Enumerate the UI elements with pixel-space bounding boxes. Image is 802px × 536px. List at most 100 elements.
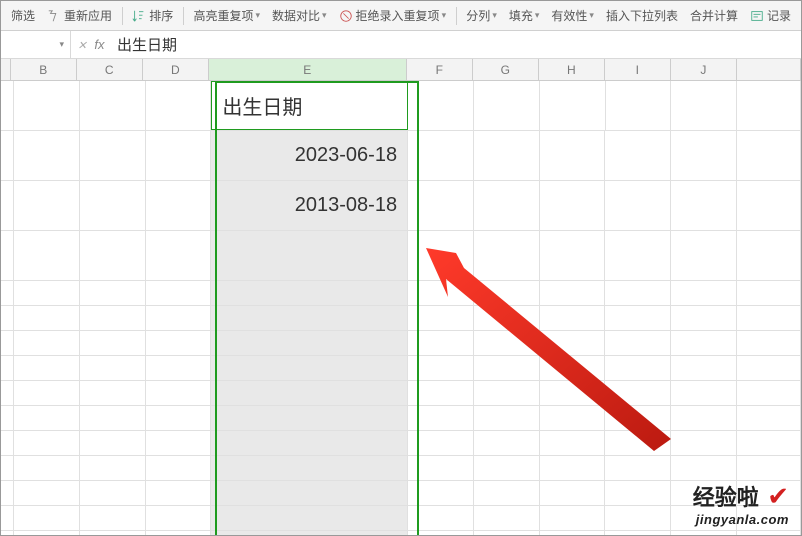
cell[interactable] <box>474 281 540 305</box>
cell[interactable] <box>671 81 737 130</box>
cell[interactable] <box>211 431 407 455</box>
cell[interactable] <box>80 131 146 180</box>
cell[interactable] <box>1 431 14 455</box>
cell[interactable] <box>408 481 474 505</box>
cell[interactable] <box>605 531 671 536</box>
cell[interactable] <box>737 456 801 480</box>
cell[interactable] <box>14 456 80 480</box>
cell[interactable] <box>1 281 14 305</box>
consolidate-button[interactable]: 合并计算 <box>684 1 744 30</box>
cell[interactable] <box>605 481 671 505</box>
cell[interactable] <box>1 131 14 180</box>
cell[interactable] <box>211 456 407 480</box>
cell[interactable] <box>408 81 474 130</box>
cell[interactable] <box>605 431 671 455</box>
cell[interactable] <box>474 181 540 230</box>
cell[interactable] <box>408 531 474 536</box>
cell[interactable] <box>474 506 540 530</box>
filter-button[interactable]: 筛选 <box>5 1 41 30</box>
cell[interactable] <box>1 306 14 330</box>
insert-dropdown-button[interactable]: 插入下拉列表 <box>600 1 684 30</box>
cell[interactable] <box>605 306 671 330</box>
cell[interactable] <box>14 281 80 305</box>
cell[interactable] <box>474 356 540 380</box>
cell[interactable] <box>671 331 737 355</box>
cell[interactable] <box>80 456 146 480</box>
name-box[interactable]: ▾ <box>1 31 71 58</box>
cell[interactable] <box>211 381 407 405</box>
cell[interactable] <box>540 456 606 480</box>
cell[interactable] <box>540 481 606 505</box>
cell[interactable] <box>540 331 606 355</box>
cell[interactable] <box>14 481 80 505</box>
cell[interactable] <box>605 231 671 280</box>
cell[interactable] <box>408 181 474 230</box>
col-header-K[interactable] <box>737 59 801 80</box>
cell[interactable] <box>737 406 801 430</box>
cell[interactable] <box>80 306 146 330</box>
cell[interactable] <box>14 331 80 355</box>
cell[interactable] <box>408 331 474 355</box>
cell[interactable] <box>737 231 801 280</box>
record-button[interactable]: 记录 <box>744 1 797 30</box>
cell[interactable] <box>211 356 407 380</box>
cell[interactable] <box>474 531 540 536</box>
cell[interactable] <box>605 356 671 380</box>
cell[interactable] <box>1 531 14 536</box>
cell-E1[interactable]: 出生日期 <box>211 81 408 130</box>
cell[interactable] <box>408 381 474 405</box>
reject-dup-button[interactable]: 拒绝录入重复项 ▾ <box>333 1 453 30</box>
cell[interactable] <box>474 381 540 405</box>
cell[interactable] <box>146 81 212 130</box>
col-header-G[interactable]: G <box>473 59 539 80</box>
cell[interactable] <box>146 231 212 280</box>
reapply-button[interactable]: 重新应用 <box>41 1 118 30</box>
cell[interactable] <box>146 456 212 480</box>
cell[interactable] <box>211 531 407 536</box>
cell[interactable] <box>408 406 474 430</box>
cell[interactable] <box>14 231 80 280</box>
cell[interactable] <box>14 81 80 130</box>
cell[interactable] <box>146 131 212 180</box>
cell[interactable] <box>14 356 80 380</box>
cell[interactable] <box>80 181 146 230</box>
cell[interactable] <box>1 231 14 280</box>
cell[interactable] <box>1 356 14 380</box>
cell[interactable] <box>80 531 146 536</box>
cell[interactable] <box>605 281 671 305</box>
cell[interactable] <box>540 131 606 180</box>
cell[interactable] <box>146 506 212 530</box>
formula-input[interactable]: 出生日期 <box>111 31 801 58</box>
cell[interactable] <box>1 381 14 405</box>
cell[interactable] <box>605 131 671 180</box>
cell[interactable] <box>671 381 737 405</box>
cell[interactable] <box>211 281 407 305</box>
cell[interactable] <box>1 181 14 230</box>
cell[interactable] <box>540 356 606 380</box>
cell[interactable] <box>737 356 801 380</box>
cell[interactable] <box>146 181 212 230</box>
cell[interactable] <box>408 506 474 530</box>
cell[interactable] <box>737 381 801 405</box>
cell[interactable] <box>540 406 606 430</box>
cell[interactable] <box>737 431 801 455</box>
cell[interactable] <box>146 306 212 330</box>
cell[interactable] <box>408 131 474 180</box>
col-header-corner[interactable] <box>1 59 11 80</box>
cell-E3[interactable]: 2013-08-18 <box>211 181 408 230</box>
cell[interactable] <box>211 481 407 505</box>
cell[interactable] <box>1 456 14 480</box>
cell[interactable] <box>408 306 474 330</box>
fx-button[interactable]: ✕ fx <box>71 37 111 52</box>
cell[interactable] <box>605 406 671 430</box>
col-header-I[interactable]: I <box>605 59 671 80</box>
cell[interactable] <box>14 381 80 405</box>
cell[interactable] <box>408 431 474 455</box>
cell[interactable] <box>146 381 212 405</box>
cell[interactable] <box>737 306 801 330</box>
cell[interactable] <box>80 506 146 530</box>
cell[interactable] <box>80 81 146 130</box>
cell[interactable] <box>474 406 540 430</box>
cell[interactable] <box>605 456 671 480</box>
cell[interactable] <box>80 281 146 305</box>
